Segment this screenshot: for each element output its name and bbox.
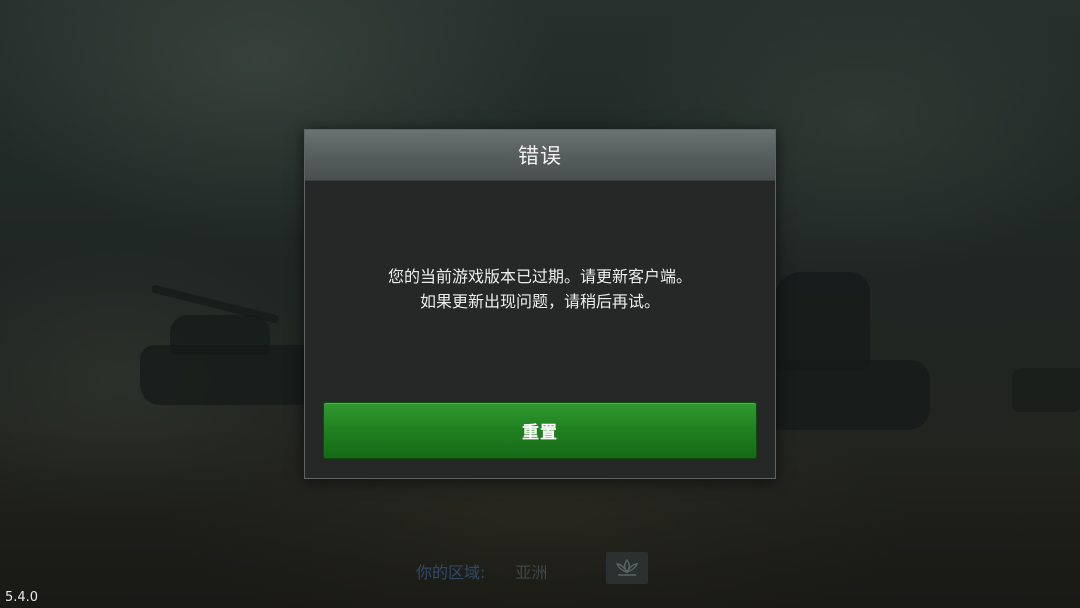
background-tank-far-right — [1012, 368, 1080, 412]
message-line-2: 如果更新出现问题，请稍后再试。 — [419, 292, 660, 311]
error-dialog: 错误 您的当前游戏版本已过期。请更新客户端。 如果更新出现问题，请稍后再试。 重… — [304, 129, 776, 479]
region-selector[interactable]: 你的区域: 亚洲 — [416, 554, 547, 588]
background-tank-left-turret — [170, 315, 270, 355]
lotus-emblem-icon[interactable] — [606, 552, 648, 584]
version-label: 5.4.0 — [5, 590, 39, 605]
background-tank-right-hull — [760, 360, 930, 430]
lotus-emblem-svg — [615, 558, 639, 576]
dialog-title: 错误 — [518, 144, 562, 168]
message-line-1: 您的当前游戏版本已过期。请更新客户端。 — [387, 267, 692, 286]
region-value: 亚洲 — [515, 563, 548, 582]
reset-button[interactable]: 重置 — [323, 402, 757, 459]
background-tank-right-turret — [775, 272, 870, 370]
dialog-message: 您的当前游戏版本已过期。请更新客户端。 如果更新出现问题，请稍后再试。 — [305, 264, 775, 314]
region-label: 你的区域: — [416, 563, 486, 582]
dialog-header: 错误 — [305, 130, 775, 181]
reset-button-label: 重置 — [522, 423, 558, 443]
